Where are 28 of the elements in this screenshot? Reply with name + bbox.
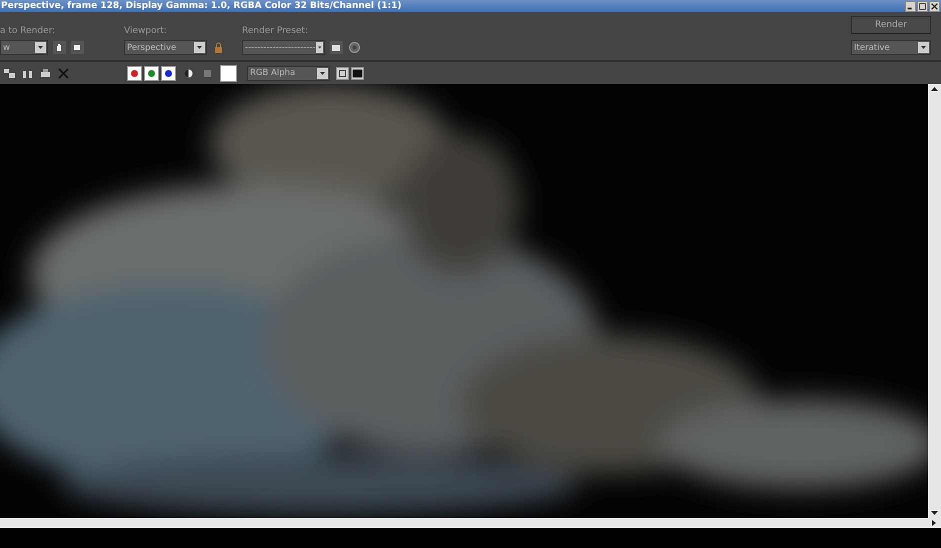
dark-window-icon[interactable]: [351, 66, 364, 80]
contrast-icon[interactable]: [182, 66, 195, 80]
channel-toggle[interactable]: [144, 66, 159, 80]
single-window-icon[interactable]: [336, 66, 349, 80]
field-label: Render Preset:: [242, 26, 309, 37]
minimize-icon[interactable]: [905, 0, 916, 12]
viewport-dropdown[interactable]: Perspective: [124, 40, 207, 55]
printer-icon[interactable]: [39, 66, 52, 80]
channel-toggle[interactable]: [127, 66, 142, 80]
color-swatch[interactable]: [220, 64, 237, 82]
channel-dropdown[interactable]: RGB Alpha: [247, 66, 330, 80]
area-dropdown[interactable]: w: [0, 40, 48, 55]
field-label: a to Render:: [0, 26, 56, 37]
render-button[interactable]: Render: [851, 16, 931, 34]
render-mode-dropdown[interactable]: Iterative: [851, 40, 931, 55]
clone-icon[interactable]: [3, 66, 16, 80]
lock-icon[interactable]: [212, 41, 225, 54]
scrollbar[interactable]: [928, 84, 941, 518]
field-label: Viewport:: [124, 26, 168, 37]
maximize-icon[interactable]: [917, 0, 928, 12]
close-icon[interactable]: [929, 0, 940, 12]
disc-icon[interactable]: [348, 41, 361, 54]
channel-toggle[interactable]: [161, 66, 176, 80]
window-title: Perspective, frame 128, Display Gamma: 1.0, RGBA Color 32 Bits/Channel (1:1): [1, 0, 402, 12]
scrollbar[interactable]: [0, 518, 941, 528]
folder-icon[interactable]: [330, 41, 343, 54]
window-icon[interactable]: [71, 41, 84, 54]
preset-dropdown[interactable]: -----------------------: [242, 40, 325, 55]
